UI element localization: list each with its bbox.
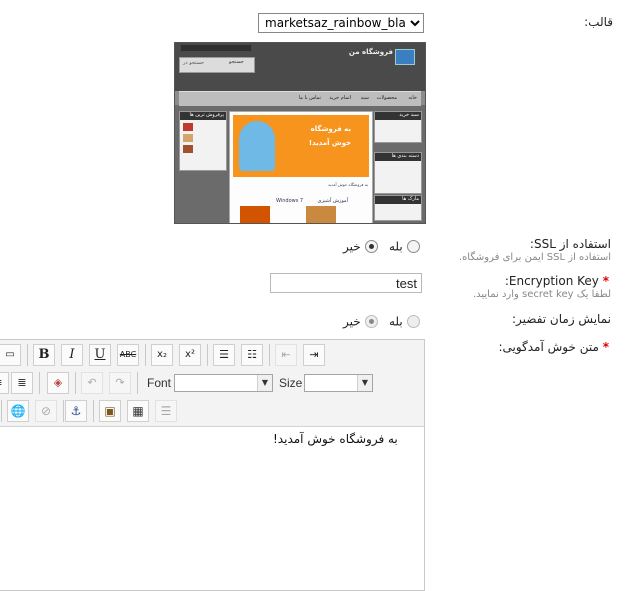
chevron-down-icon: ▼	[257, 375, 272, 391]
unlink-icon[interactable]: ⊘	[35, 400, 57, 422]
thumb-time-label: نمایش زمان تفضیر:	[512, 312, 611, 326]
toolbar-separator	[27, 344, 28, 366]
size-select[interactable]: ▼	[304, 374, 373, 392]
numbered-list-icon[interactable]: ☰	[213, 344, 235, 366]
welcome-text-label-text: متن خوش آمدگویی:	[498, 340, 599, 354]
ssl-radio-group: بله خیر	[343, 239, 420, 254]
ssl-no-label: خیر	[343, 239, 361, 254]
toolbar-separator	[75, 372, 76, 394]
preview-banner-photo	[239, 121, 275, 171]
toolbar-separator	[1, 400, 2, 422]
preview-site-title: فروشگاه من	[348, 48, 393, 56]
preview-banner-line2: خوش آمدید!	[308, 139, 351, 147]
thumb-time-radio-group: بله خیر	[343, 314, 420, 329]
theme-select[interactable]: marketsaz_rainbow_black	[258, 13, 424, 33]
redo-icon[interactable]: ↷	[109, 372, 131, 394]
encryption-key-label-text: Encryption Key:	[504, 274, 599, 288]
preview-bestsellers-title: پرفروش ترین ها	[180, 112, 226, 120]
toolbar-separator	[207, 344, 208, 366]
preview-product-learn: آموزش آشپزی	[317, 198, 348, 204]
required-mark: *	[602, 274, 609, 288]
preview-categories-title: دسته بندی ها	[375, 153, 421, 161]
preview-thumb	[183, 134, 193, 142]
ssl-yes-label: بله	[388, 239, 403, 254]
superscript-button[interactable]: x²	[179, 344, 201, 366]
chevron-down-icon: ▼	[357, 375, 372, 391]
source-icon[interactable]: ▭	[0, 344, 21, 366]
ssl-no-radio[interactable]	[364, 240, 378, 253]
ssl-help: استفاده از SSL ایمن برای فروشگاه.	[458, 252, 611, 263]
encryption-key-input[interactable]: test	[270, 273, 422, 293]
toolbar-separator	[93, 400, 94, 422]
editor-toolbar: ▭ B I U ABC x₂ x² ☰ ☷ ⇤ ⇥ ≡ ≣ ◈ ↶ ↷ Font…	[0, 340, 424, 427]
preview-product-windows: Windows 7	[276, 198, 304, 204]
preview-product-image	[240, 206, 270, 223]
preview-product-image	[306, 206, 336, 223]
toolbar-separator	[137, 372, 138, 394]
thumb-time-no-radio[interactable]	[364, 315, 378, 328]
bold-button[interactable]: B	[33, 344, 55, 366]
outdent-icon[interactable]: ⇤	[275, 344, 297, 366]
preview-top-links	[181, 45, 251, 51]
preview-categories-box: دسته بندی ها	[374, 152, 422, 194]
editor-content[interactable]: به فروشگاه خوش آمدید!	[273, 432, 398, 446]
preview-nav-contact: تماس با ما	[298, 95, 321, 101]
preview-nav-cart: سبد	[360, 95, 369, 101]
preview-welcome: به فروشگاه خوش آمدید	[328, 182, 368, 187]
preview-nav-products: محصولات	[376, 95, 397, 101]
table-icon[interactable]: ▦	[127, 400, 149, 422]
preview-nav-checkout: اتمام خرید	[329, 95, 351, 101]
preview-brands-title: مارک ها	[375, 196, 421, 204]
preview-nav-home: خانه	[408, 95, 417, 101]
preview-brands-box: مارک ها	[374, 195, 422, 221]
preview-bestsellers-box: پرفروش ترین ها	[179, 111, 227, 171]
bullet-list-icon[interactable]: ☷	[241, 344, 263, 366]
toolbar-separator	[145, 344, 146, 366]
remove-format-icon[interactable]: ◈	[47, 372, 69, 394]
underline-button[interactable]: U	[89, 344, 111, 366]
toolbar-separator	[63, 400, 64, 422]
thumb-time-no-label: خیر	[343, 314, 361, 329]
theme-label: قالب:	[584, 15, 613, 29]
preview-banner-line1: به فروشگاه	[310, 125, 351, 133]
encryption-key-help: لطفا یک secret key وارد نمایید.	[472, 289, 611, 300]
indent-icon[interactable]: ⇥	[303, 344, 325, 366]
italic-button[interactable]: I	[61, 344, 83, 366]
font-select[interactable]: ▼	[174, 374, 273, 392]
encryption-key-label: * Encryption Key:	[505, 274, 609, 288]
preview-banner: به فروشگاه خوش آمدید!	[233, 115, 369, 177]
required-mark: *	[602, 340, 609, 354]
subscript-button[interactable]: x₂	[151, 344, 173, 366]
computer-icon	[395, 49, 415, 65]
toolbar-separator	[39, 372, 40, 394]
preview-search-placeholder: جستجو در	[183, 60, 205, 66]
justify-icon[interactable]: ≣	[11, 372, 33, 394]
welcome-text-label: * متن خوش آمدگویی:	[498, 340, 609, 354]
ssl-yes-radio[interactable]	[406, 240, 420, 253]
preview-cart-title: سبد خرید	[375, 112, 421, 120]
link-icon[interactable]: 🌐	[7, 400, 29, 422]
preview-cart-box: سبد خرید	[374, 111, 422, 143]
anchor-icon[interactable]: ⚓	[65, 400, 87, 422]
toolbar-separator	[269, 344, 270, 366]
preview-thumb	[183, 123, 193, 131]
size-label: Size	[279, 376, 303, 390]
preview-nav-bar: خانه محصولات سبد اتمام خرید تماس با ما	[179, 91, 421, 106]
theme-preview-image: فروشگاه من جستجو جستجو در خانه محصولات س…	[174, 42, 426, 224]
thumb-time-yes-label: بله	[388, 314, 403, 329]
horizontal-rule-icon[interactable]: ☰	[155, 400, 177, 422]
ssl-label: استفاده از SSL:	[529, 237, 611, 251]
thumb-time-yes-radio[interactable]	[406, 315, 420, 328]
preview-main-area: به فروشگاه خوش آمدید! به فروشگاه خوش آمد…	[229, 111, 373, 223]
preview-search-button: جستجو	[229, 59, 244, 65]
undo-icon[interactable]: ↶	[81, 372, 103, 394]
strikethrough-button[interactable]: ABC	[117, 344, 139, 366]
preview-thumb	[183, 145, 193, 153]
font-label: Font	[147, 376, 172, 390]
align-right-icon[interactable]: ≡	[0, 372, 9, 394]
rich-text-editor: ▭ B I U ABC x₂ x² ☰ ☷ ⇤ ⇥ ≡ ≣ ◈ ↶ ↷ Font…	[0, 339, 425, 591]
image-icon[interactable]: ▣	[99, 400, 121, 422]
